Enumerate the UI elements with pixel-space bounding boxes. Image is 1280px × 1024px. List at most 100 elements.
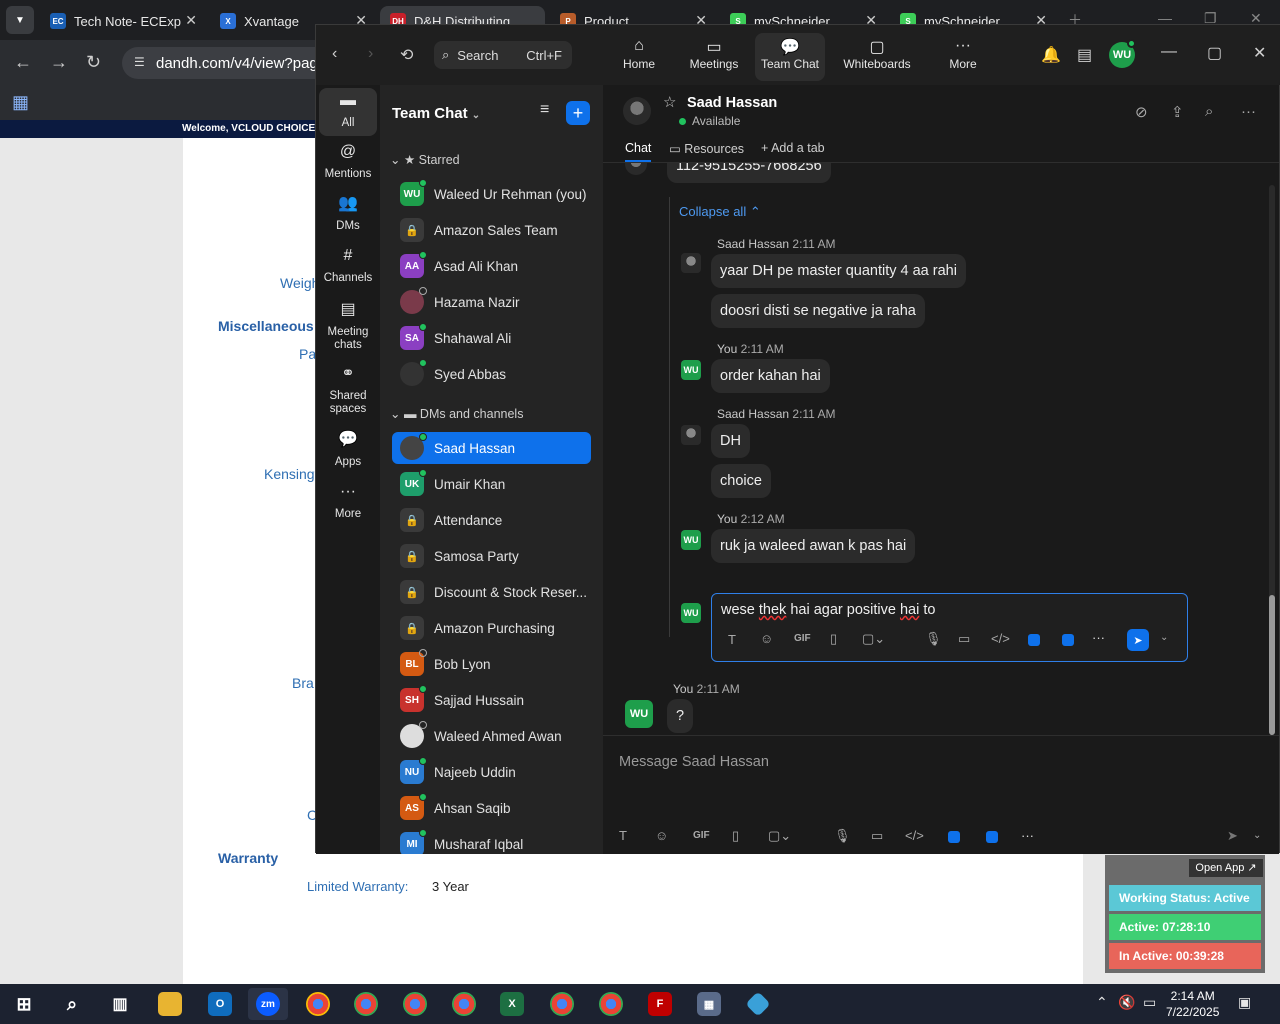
subtab-add-tab[interactable]: + Add a tab [761, 141, 825, 155]
channel-list-item[interactable]: SH Sajjad Hussain [392, 684, 591, 716]
reload-icon[interactable]: ↻ [86, 52, 101, 73]
video-off-icon[interactable]: ⊘ [1135, 103, 1148, 121]
collapse-all-link[interactable]: Collapse all ⌃ [679, 204, 761, 220]
mic-icon[interactable]: 🎙 [834, 828, 851, 844]
contact-avatar[interactable] [623, 97, 651, 125]
app-icon[interactable] [1028, 634, 1040, 646]
channel-list-item[interactable]: Saad Hassan [392, 432, 591, 464]
new-chat-button[interactable]: + [566, 101, 590, 125]
screen-share-icon[interactable]: ⇪ [1171, 103, 1184, 121]
filezilla-icon[interactable]: F [640, 988, 680, 1020]
apps-grid-icon[interactable]: ▦ [12, 92, 29, 113]
tab-meetings[interactable]: ▭ Meetings [684, 33, 744, 81]
rail-item-all[interactable]: ▬ All [319, 88, 377, 136]
outlook-icon[interactable]: O [200, 988, 240, 1020]
chrome-icon[interactable] [542, 988, 582, 1020]
channel-list-item[interactable]: SA Shahawal Ali [392, 322, 591, 354]
text-format-icon[interactable]: T [728, 632, 736, 647]
rail-item-dms[interactable]: 👥 DMs [319, 196, 377, 233]
channel-list-item[interactable]: UK Umair Khan [392, 468, 591, 500]
chevron-up-icon[interactable]: ⌃ [1096, 994, 1108, 1011]
subtab-resources[interactable]: ▭ Resources [669, 141, 744, 156]
channel-list-item[interactable]: AS Ahsan Saqib [392, 792, 591, 824]
calculator-icon[interactable]: ▦ [689, 988, 729, 1020]
chrome-icon[interactable] [591, 988, 631, 1020]
tab-more[interactable]: ··· More [941, 33, 985, 81]
windows-start-icon[interactable]: ⊞ [4, 988, 44, 1020]
task-view-icon[interactable]: ▥ [100, 988, 140, 1020]
message-bubble[interactable]: order kahan hai [711, 359, 830, 393]
chrome-icon[interactable] [298, 988, 338, 1020]
message-bubble[interactable]: 112-9515255-7668256 [667, 163, 831, 183]
channel-list-item[interactable]: AA Asad Ali Khan [392, 250, 591, 282]
tab-team-chat[interactable]: 💬 Team Chat [755, 33, 825, 81]
channel-list-title[interactable]: Team Chat ⌄ [392, 105, 480, 122]
bell-icon[interactable]: 🔔 [1041, 45, 1061, 65]
app-icon[interactable] [948, 831, 960, 843]
screenshot-icon[interactable]: ▢⌄ [862, 631, 885, 647]
mic-icon[interactable]: 🎙 [925, 631, 942, 647]
channel-list-item[interactable]: BL Bob Lyon [392, 648, 591, 680]
more-options-icon[interactable]: ··· [1241, 103, 1256, 120]
more-icon[interactable]: ··· [1092, 630, 1105, 645]
send-icon[interactable]: ➤ [1227, 828, 1238, 844]
chevron-down-icon[interactable]: ⌄ [1160, 632, 1168, 643]
chrome-icon[interactable] [444, 988, 484, 1020]
excel-icon[interactable]: X [492, 988, 532, 1020]
app-icon[interactable] [1062, 634, 1074, 646]
message-bubble[interactable]: yaar DH pe master quantity 4 aa rahi [711, 254, 966, 288]
rail-item-more[interactable]: ··· More [319, 484, 377, 521]
notifications-icon[interactable]: ▣ [1238, 994, 1251, 1011]
reply-edit-input[interactable]: wese thek hai agar positive hai to T ☺ G… [711, 593, 1188, 662]
file-icon[interactable]: ▯ [830, 631, 837, 647]
chevron-down-icon[interactable]: ⌄ [1253, 830, 1261, 841]
channel-list-item[interactable]: 🔒 Amazon Sales Team [392, 214, 591, 246]
file-explorer-icon[interactable] [150, 988, 190, 1020]
network-icon[interactable]: ▭ [1143, 994, 1156, 1011]
forward-icon[interactable]: → [50, 52, 68, 73]
history-icon[interactable]: ⟲ [400, 45, 413, 65]
search-icon[interactable]: ⌕ [52, 988, 92, 1020]
channel-list-item[interactable]: WU Waleed Ur Rehman (you) [392, 178, 591, 210]
tab-whiteboards[interactable]: ▢ Whiteboards [838, 33, 916, 81]
rail-item-mentions[interactable]: @ Mentions [319, 144, 377, 181]
contact-name[interactable]: Saad Hassan [687, 95, 777, 111]
maximize-icon[interactable]: ▢ [1207, 43, 1222, 63]
gif-icon[interactable]: GIF [693, 830, 710, 841]
rail-item-shared-spaces[interactable]: ⚭ Shared spaces [319, 366, 377, 416]
tab-search-icon[interactable]: ▼ [6, 6, 34, 34]
channel-list-item[interactable]: 🔒 Attendance [392, 504, 591, 536]
speaker-muted-icon[interactable]: 🔇 [1118, 994, 1135, 1011]
message-bubble[interactable]: choice [711, 464, 771, 498]
rail-item-channels[interactable]: # Channels [319, 248, 377, 285]
starred-section-header[interactable]: ⌄ ★ Starred [390, 152, 460, 167]
text-format-icon[interactable]: T [619, 828, 627, 843]
forward-icon[interactable]: › [368, 45, 373, 63]
channel-list-item[interactable]: Syed Abbas [392, 358, 591, 390]
channel-list-item[interactable]: MI Musharaf Iqbal [392, 828, 591, 854]
rail-item-meeting-chats[interactable]: ▤ Meeting chats [319, 302, 377, 352]
send-button[interactable]: ➤ [1127, 629, 1149, 651]
back-icon[interactable]: ← [14, 52, 32, 73]
browser-tab[interactable]: EC Tech Note- ECExp ✕ [40, 6, 205, 36]
site-info-icon[interactable]: ☰ [134, 55, 145, 69]
message-bubble[interactable]: ? [667, 699, 694, 733]
minimize-icon[interactable]: — [1161, 43, 1177, 61]
rail-item-apps[interactable]: 💬 Apps [319, 432, 377, 469]
tab-home[interactable]: ⌂ Home [614, 33, 664, 81]
more-icon[interactable]: ··· [1021, 828, 1034, 843]
channel-list-item[interactable]: Waleed Ahmed Awan [392, 720, 591, 752]
search-input[interactable]: ⌕ Search Ctrl+F [434, 41, 572, 69]
close-icon[interactable]: ✕ [1253, 43, 1266, 63]
code-icon[interactable]: </> [905, 828, 924, 843]
filter-icon[interactable]: ≡ [540, 101, 549, 119]
channel-list-item[interactable]: NU Najeeb Uddin [392, 756, 591, 788]
app-icon[interactable] [986, 831, 998, 843]
message-bubble[interactable]: ruk ja waleed awan k pas hai [711, 529, 916, 563]
video-clip-icon[interactable]: ▭ [871, 828, 883, 844]
system-clock[interactable]: 2:14 AM 7/22/2025 [1166, 988, 1219, 1020]
subtab-chat[interactable]: Chat [625, 141, 652, 162]
channel-list-item[interactable]: 🔒 Samosa Party [392, 540, 591, 572]
emoji-icon[interactable]: ☺ [655, 828, 668, 843]
chrome-icon[interactable] [346, 988, 386, 1020]
